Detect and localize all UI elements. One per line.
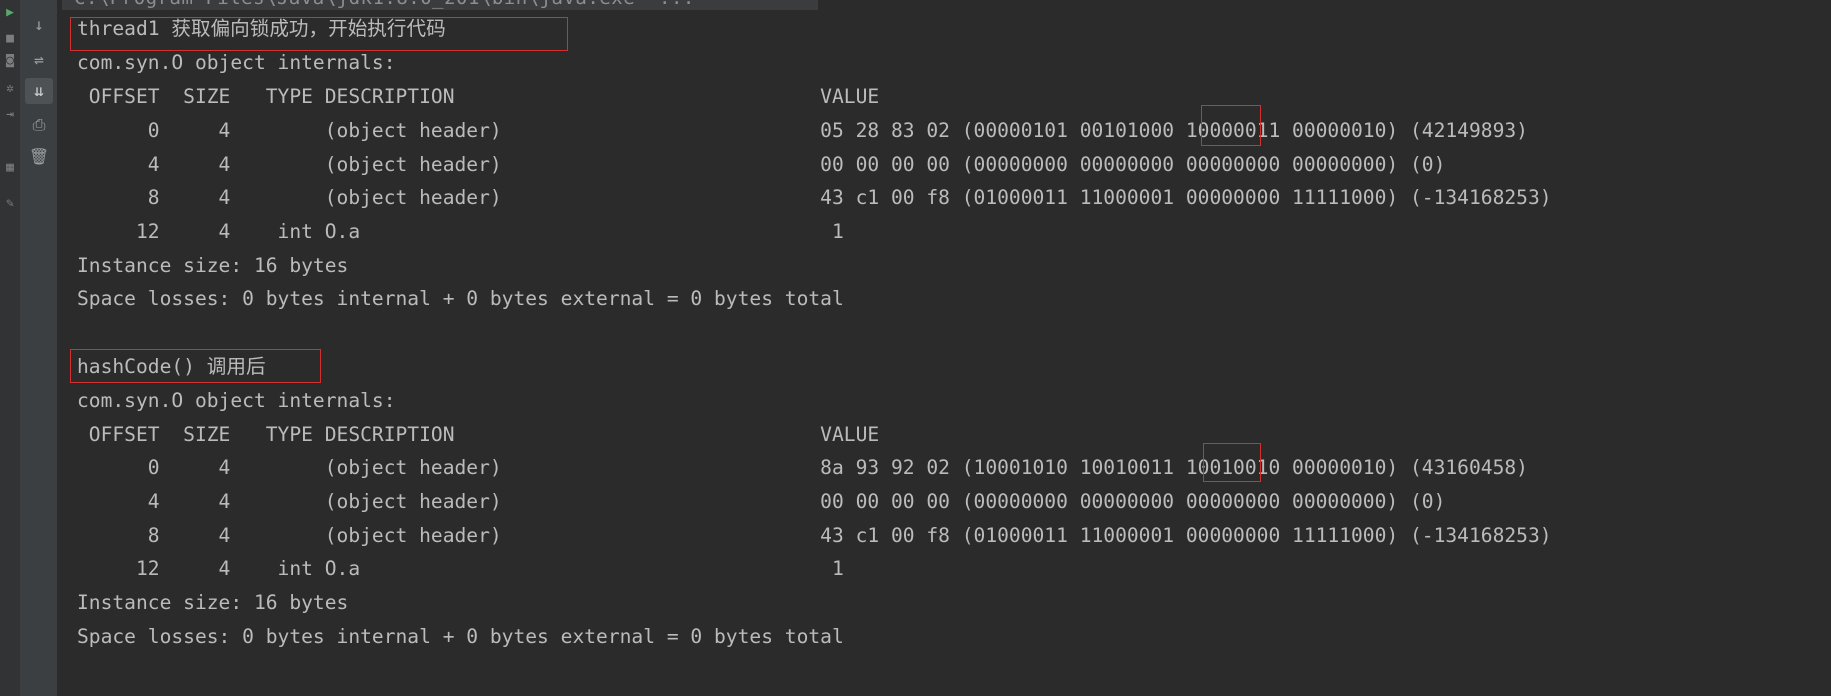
console-line: 4 4 (object header) 00 00 00 00 (0000000… (77, 490, 1446, 513)
camera-icon[interactable]: ◙ (1, 50, 19, 72)
scroll-down-icon[interactable]: ↓ (25, 12, 53, 38)
console-line: 12 4 int O.a 1 (77, 220, 844, 243)
run-icon[interactable]: ▶ (1, 2, 19, 24)
console-line: 0 4 (object header) 05 28 83 02 (0000010… (77, 119, 1528, 142)
console-line: 8 4 (object header) 43 c1 00 f8 (0100001… (77, 524, 1552, 547)
scroll-to-end-icon[interactable]: ⇊ (25, 78, 53, 104)
console-toolbar: ↓ ⇌ ⇊ ⎙ 🗑 (20, 0, 58, 696)
console-line: com.syn.O object internals: (77, 389, 396, 412)
console-line: 0 4 (object header) 8a 93 92 02 (1000101… (77, 456, 1528, 479)
exit-icon[interactable]: ⇥ (1, 104, 19, 126)
debug-icon[interactable]: ✲ (1, 78, 19, 100)
console-line: OFFSET SIZE TYPE DESCRIPTION VALUE (77, 85, 880, 108)
console-line: 4 4 (object header) 00 00 00 00 (0000000… (77, 153, 1446, 176)
print-icon[interactable]: ⎙ (25, 112, 53, 138)
outer-tool-strip: ▶ ■ ◙ ✲ ⇥ ▦ ✎ (0, 0, 21, 696)
layout-icon[interactable]: ▦ (1, 157, 19, 179)
pin-icon[interactable]: ✎ (1, 193, 19, 215)
console-line: OFFSET SIZE TYPE DESCRIPTION VALUE (77, 423, 880, 446)
console-line: Instance size: 16 bytes (77, 591, 349, 614)
console-line: hashCode() 调用后 (77, 355, 266, 378)
trash-icon[interactable]: 🗑 (25, 144, 53, 170)
console-line: 12 4 int O.a 1 (77, 557, 844, 580)
console-line: com.syn.O object internals: (77, 51, 396, 74)
stop-icon[interactable]: ■ (1, 28, 19, 50)
console-line: Space losses: 0 bytes internal + 0 bytes… (77, 287, 844, 310)
console-line: 8 4 (object header) 43 c1 00 f8 (0100001… (77, 186, 1552, 209)
console-line: Space losses: 0 bytes internal + 0 bytes… (77, 625, 844, 648)
soft-wrap-icon[interactable]: ⇌ (25, 47, 53, 73)
console-line: Instance size: 16 bytes (77, 254, 349, 277)
scroll-up-icon[interactable] (25, 0, 53, 8)
console-output[interactable]: thread1 获取偏向锁成功，开始执行代码 com.syn.O object … (77, 0, 1831, 696)
console-line: thread1 获取偏向锁成功，开始执行代码 (77, 17, 446, 40)
